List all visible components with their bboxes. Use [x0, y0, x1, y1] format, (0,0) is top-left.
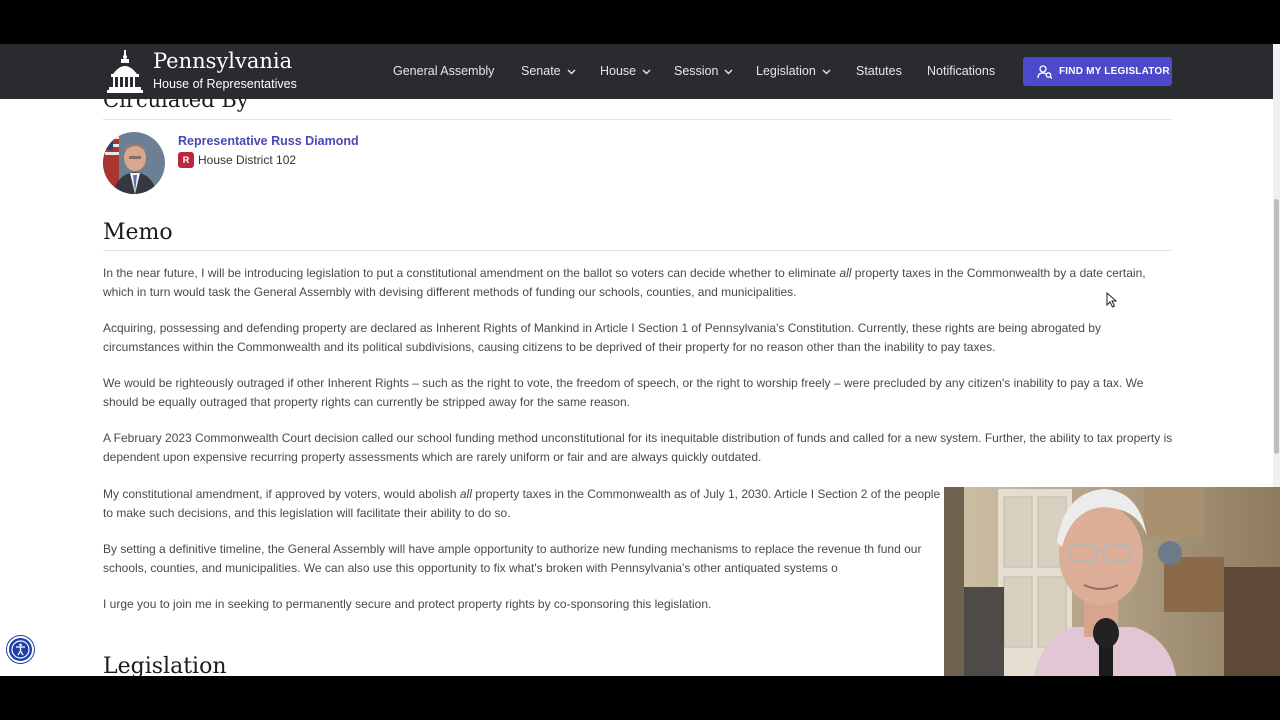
nav-label: Notifications [927, 64, 996, 78]
nav-label: Legislation [756, 64, 816, 78]
nav-label: General Assembly [393, 64, 495, 78]
nav-session[interactable]: Session [674, 64, 734, 78]
chevron-down-icon [642, 69, 651, 74]
representative-name-link[interactable]: Representative Russ Diamond [178, 134, 359, 148]
nav-statutes[interactable]: Statutes [856, 64, 902, 78]
memo-paragraph: Acquiring, possessing and defending prop… [103, 321, 1101, 354]
nav-general-assembly[interactable]: General Assembly [393, 64, 494, 78]
find-my-legislator-button[interactable]: FIND MY LEGISLATOR [1023, 57, 1172, 86]
memo-heading: Memo [103, 220, 173, 245]
scrollbar-thumb[interactable] [1274, 199, 1279, 454]
letterbox-top [0, 0, 1280, 44]
chevron-down-icon [724, 69, 733, 74]
memo-paragraph: We would be righteously outraged if othe… [103, 376, 1144, 409]
site-header: Pennsylvania House of Representatives Ge… [0, 44, 1273, 99]
find-button-label: FIND MY LEGISLATOR [1059, 66, 1170, 77]
nav-notifications[interactable]: Notifications [927, 64, 995, 78]
nav-senate[interactable]: Senate [521, 64, 577, 78]
memo-paragraph: In the near future, I will be introducin… [103, 266, 1146, 299]
house-district: House District 102 [198, 153, 297, 167]
legislation-heading: Legislation [103, 654, 227, 676]
person-search-icon [1037, 64, 1053, 79]
party-badge: R [178, 152, 194, 168]
section-divider [103, 250, 1171, 251]
memo-paragraph: By setting a definitive timeline, the Ge… [103, 542, 922, 575]
section-divider [103, 119, 1171, 120]
nav-legislation[interactable]: Legislation [756, 64, 832, 78]
nav-label: House [600, 64, 637, 78]
letterbox-bottom [0, 676, 1280, 720]
webcam-overlay [944, 487, 1280, 676]
nav-label: Session [674, 64, 719, 78]
accessibility-icon[interactable] [7, 636, 34, 663]
nav-house[interactable]: House [600, 64, 652, 78]
nav-label: Statutes [856, 64, 902, 78]
mouse-pointer-icon [1106, 292, 1118, 308]
memo-paragraph: A February 2023 Commonwealth Court decis… [103, 431, 1173, 464]
nav-label: Senate [521, 64, 561, 78]
brand-subtitle: House of Representatives [153, 77, 297, 91]
capitol-dome-icon[interactable] [107, 50, 143, 94]
brand-title[interactable]: Pennsylvania [153, 49, 292, 73]
chevron-down-icon [567, 69, 576, 74]
chevron-down-icon [822, 69, 831, 74]
memo-paragraph: My constitutional amendment, if approved… [103, 487, 941, 520]
avatar[interactable] [103, 132, 165, 194]
